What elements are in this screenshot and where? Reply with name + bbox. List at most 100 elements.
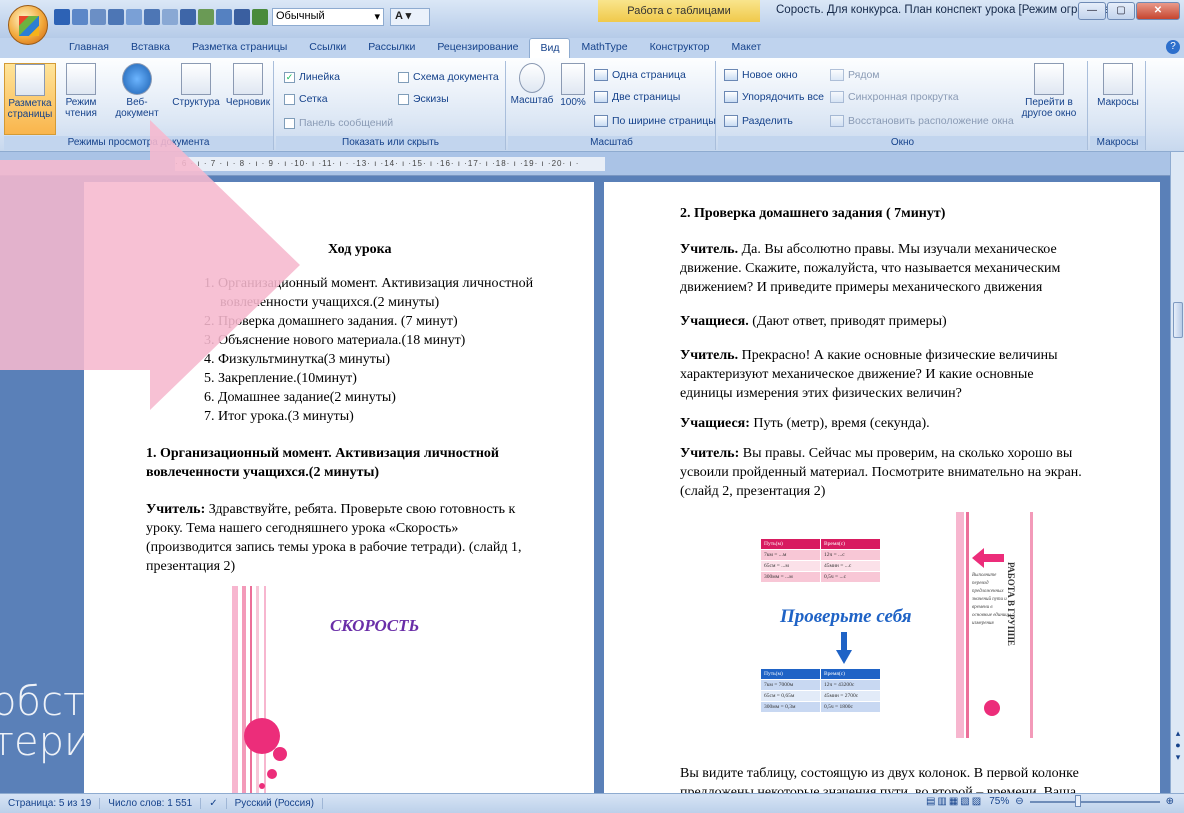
- tab-page-layout[interactable]: Разметка страницы: [181, 38, 298, 58]
- table-cell: 0,5ч = ...с: [820, 571, 881, 583]
- zoom-control: ▤▥▦▧▨ 75% ⊖ ⊕: [926, 794, 1174, 807]
- two-pages-icon: [594, 91, 608, 103]
- section-title: вовлеченности учащихся.(2 минуты): [146, 465, 380, 480]
- table-header: Путь(м): [760, 538, 821, 550]
- document-map-checkbox[interactable]: Схема документа: [398, 71, 499, 83]
- new-window-button[interactable]: Новое окно: [724, 69, 798, 81]
- page-right[interactable]: 2. Проверка домашнего задания ( 7минут) …: [604, 182, 1160, 802]
- two-pages-button[interactable]: Две страницы: [594, 91, 680, 103]
- align-icon[interactable]: [144, 9, 160, 25]
- group-label-show-hide: Показать или скрыть: [276, 136, 505, 150]
- close-button[interactable]: ✕: [1136, 2, 1180, 20]
- language-indicator[interactable]: Русский (Россия): [227, 798, 323, 809]
- vertical-scrollbar[interactable]: ▴ ● ▾: [1170, 152, 1184, 793]
- paragraph-line: уроку. Тема нашего сегодняшнего урока «С…: [146, 521, 459, 536]
- switch-windows-icon: [1034, 63, 1064, 95]
- paragraph-line: Учащиеся: Путь (метр), время (секунда).: [680, 414, 930, 433]
- one-page-icon: [594, 69, 608, 81]
- help-icon[interactable]: ?: [1166, 40, 1180, 54]
- save-icon[interactable]: [54, 9, 70, 25]
- print-layout-icon: [15, 64, 45, 96]
- tab-mathtype[interactable]: MathType: [570, 38, 638, 58]
- reading-mode-label: Режим чтения: [65, 97, 97, 119]
- paragraph-line: движением? И приведите примеры механичес…: [680, 280, 1043, 295]
- maximize-button[interactable]: ▢: [1107, 2, 1135, 20]
- tab-references[interactable]: Ссылки: [298, 38, 357, 58]
- teacher-label: Учитель:: [680, 446, 740, 461]
- split-button[interactable]: Разделить: [724, 115, 793, 127]
- title-bar: Обычный ▾ A ▾ Работа с таблицами Сорость.…: [0, 0, 1184, 45]
- table-cell: 300мм = ...м: [760, 571, 821, 583]
- group-show-hide: ✓ Линейка Сетка Панель сообщений Схема до…: [276, 61, 506, 150]
- paragraph-line: (слайд 2, презентация 2): [680, 484, 826, 499]
- side-by-side-button[interactable]: Рядом: [830, 69, 880, 81]
- arrange-all-button[interactable]: Упорядочить все: [724, 91, 824, 103]
- ruler-label: Линейка: [299, 71, 340, 83]
- word-count[interactable]: Число слов: 1 551: [100, 798, 202, 809]
- zoom-out-icon[interactable]: ⊖: [1015, 796, 1023, 807]
- checkbox-icon: [284, 93, 295, 105]
- undo-icon[interactable]: [72, 9, 88, 25]
- minimize-button[interactable]: —: [1078, 2, 1106, 20]
- tab-design[interactable]: Конструктор: [639, 38, 721, 58]
- style-select[interactable]: Обычный ▾: [272, 8, 384, 26]
- print-layout-label: Разметка страницы: [7, 98, 53, 120]
- macros-button[interactable]: Макросы: [1094, 63, 1142, 135]
- font-color-button[interactable]: A ▾: [390, 8, 430, 26]
- paragraph-mark-icon[interactable]: [180, 9, 196, 25]
- proofing-icon[interactable]: ✓: [201, 798, 227, 809]
- office-button[interactable]: [8, 5, 48, 45]
- scrollbar-thumb[interactable]: [1173, 302, 1183, 338]
- zoom-percent[interactable]: 75%: [989, 796, 1009, 807]
- switch-windows-label: Перейти в другое окно: [1021, 97, 1077, 119]
- office-logo-icon: [19, 16, 39, 36]
- page-count[interactable]: Страница: 5 из 19: [0, 798, 101, 809]
- sort-icon[interactable]: [252, 9, 268, 25]
- page-width-button[interactable]: По ширине страницы: [594, 115, 716, 127]
- ruler-checkbox[interactable]: ✓ Линейка: [284, 71, 340, 83]
- tab-mailings[interactable]: Рассылки: [357, 38, 426, 58]
- thumbnails-checkbox[interactable]: Эскизы: [398, 93, 449, 105]
- redo-icon[interactable]: [90, 9, 106, 25]
- one-page-button[interactable]: Одна страница: [594, 69, 686, 81]
- spelling-icon[interactable]: [198, 9, 214, 25]
- group-label-macros: Макросы: [1090, 136, 1145, 150]
- table-cell: 45мин = ...с: [820, 560, 881, 572]
- view-buttons-icon[interactable]: ▤▥▦▧▨: [926, 796, 983, 807]
- reset-position-label: Восстановить расположение окна: [848, 115, 1014, 127]
- preview-icon[interactable]: [216, 9, 232, 25]
- browse-object-icon[interactable]: ▴ ● ▾: [1172, 727, 1184, 763]
- paragraph-line: Учитель: Здравствуйте, ребята. Проверьте…: [146, 500, 515, 519]
- tab-insert[interactable]: Вставка: [120, 38, 181, 58]
- tab-layout[interactable]: Макет: [720, 38, 772, 58]
- table-cell: 65см = ...м: [760, 560, 821, 572]
- switch-windows-button[interactable]: Перейти в другое окно: [1014, 63, 1084, 135]
- zoom-label: Масштаб: [510, 95, 554, 106]
- zoom-in-icon[interactable]: ⊕: [1166, 796, 1174, 807]
- zoom-button[interactable]: Масштаб: [510, 63, 554, 135]
- table-cell: 12ч = ...с: [820, 549, 881, 561]
- slide-title: СКОРОСТЬ: [330, 616, 420, 635]
- zoom-slider[interactable]: [1029, 794, 1160, 807]
- format-icon[interactable]: [162, 9, 178, 25]
- tab-review[interactable]: Рецензирование: [426, 38, 529, 58]
- table-cell: 12ч = 43200с: [820, 679, 881, 691]
- message-bar-checkbox[interactable]: Панель сообщений: [284, 117, 393, 129]
- gridlines-checkbox[interactable]: Сетка: [284, 93, 328, 105]
- paragraph-line: Учитель. Прекрасно! А какие основные физ…: [680, 346, 1058, 365]
- zoom-100-button[interactable]: 100%: [556, 63, 590, 135]
- page-icon[interactable]: [234, 9, 250, 25]
- tab-view[interactable]: Вид: [529, 38, 571, 58]
- group-window: Новое окно Упорядочить все Разделить Ряд…: [718, 61, 1088, 150]
- reset-position-button[interactable]: Восстановить расположение окна: [830, 115, 1014, 127]
- zoom-slider-thumb[interactable]: [1075, 794, 1082, 807]
- insert-icon[interactable]: [126, 9, 142, 25]
- macros-icon: [1103, 63, 1133, 95]
- tab-home[interactable]: Главная: [58, 38, 120, 58]
- sync-scroll-button[interactable]: Синхронная прокрутка: [830, 91, 959, 103]
- magnifier-icon: [519, 63, 545, 93]
- table-icon[interactable]: [108, 9, 124, 25]
- outline-label: Структура: [172, 97, 220, 108]
- paragraph-line: Учитель. Да. Вы абсолютно правы. Мы изуч…: [680, 240, 1057, 259]
- paragraph-line: Учащиеся. (Дают ответ, приводят примеры): [680, 312, 947, 331]
